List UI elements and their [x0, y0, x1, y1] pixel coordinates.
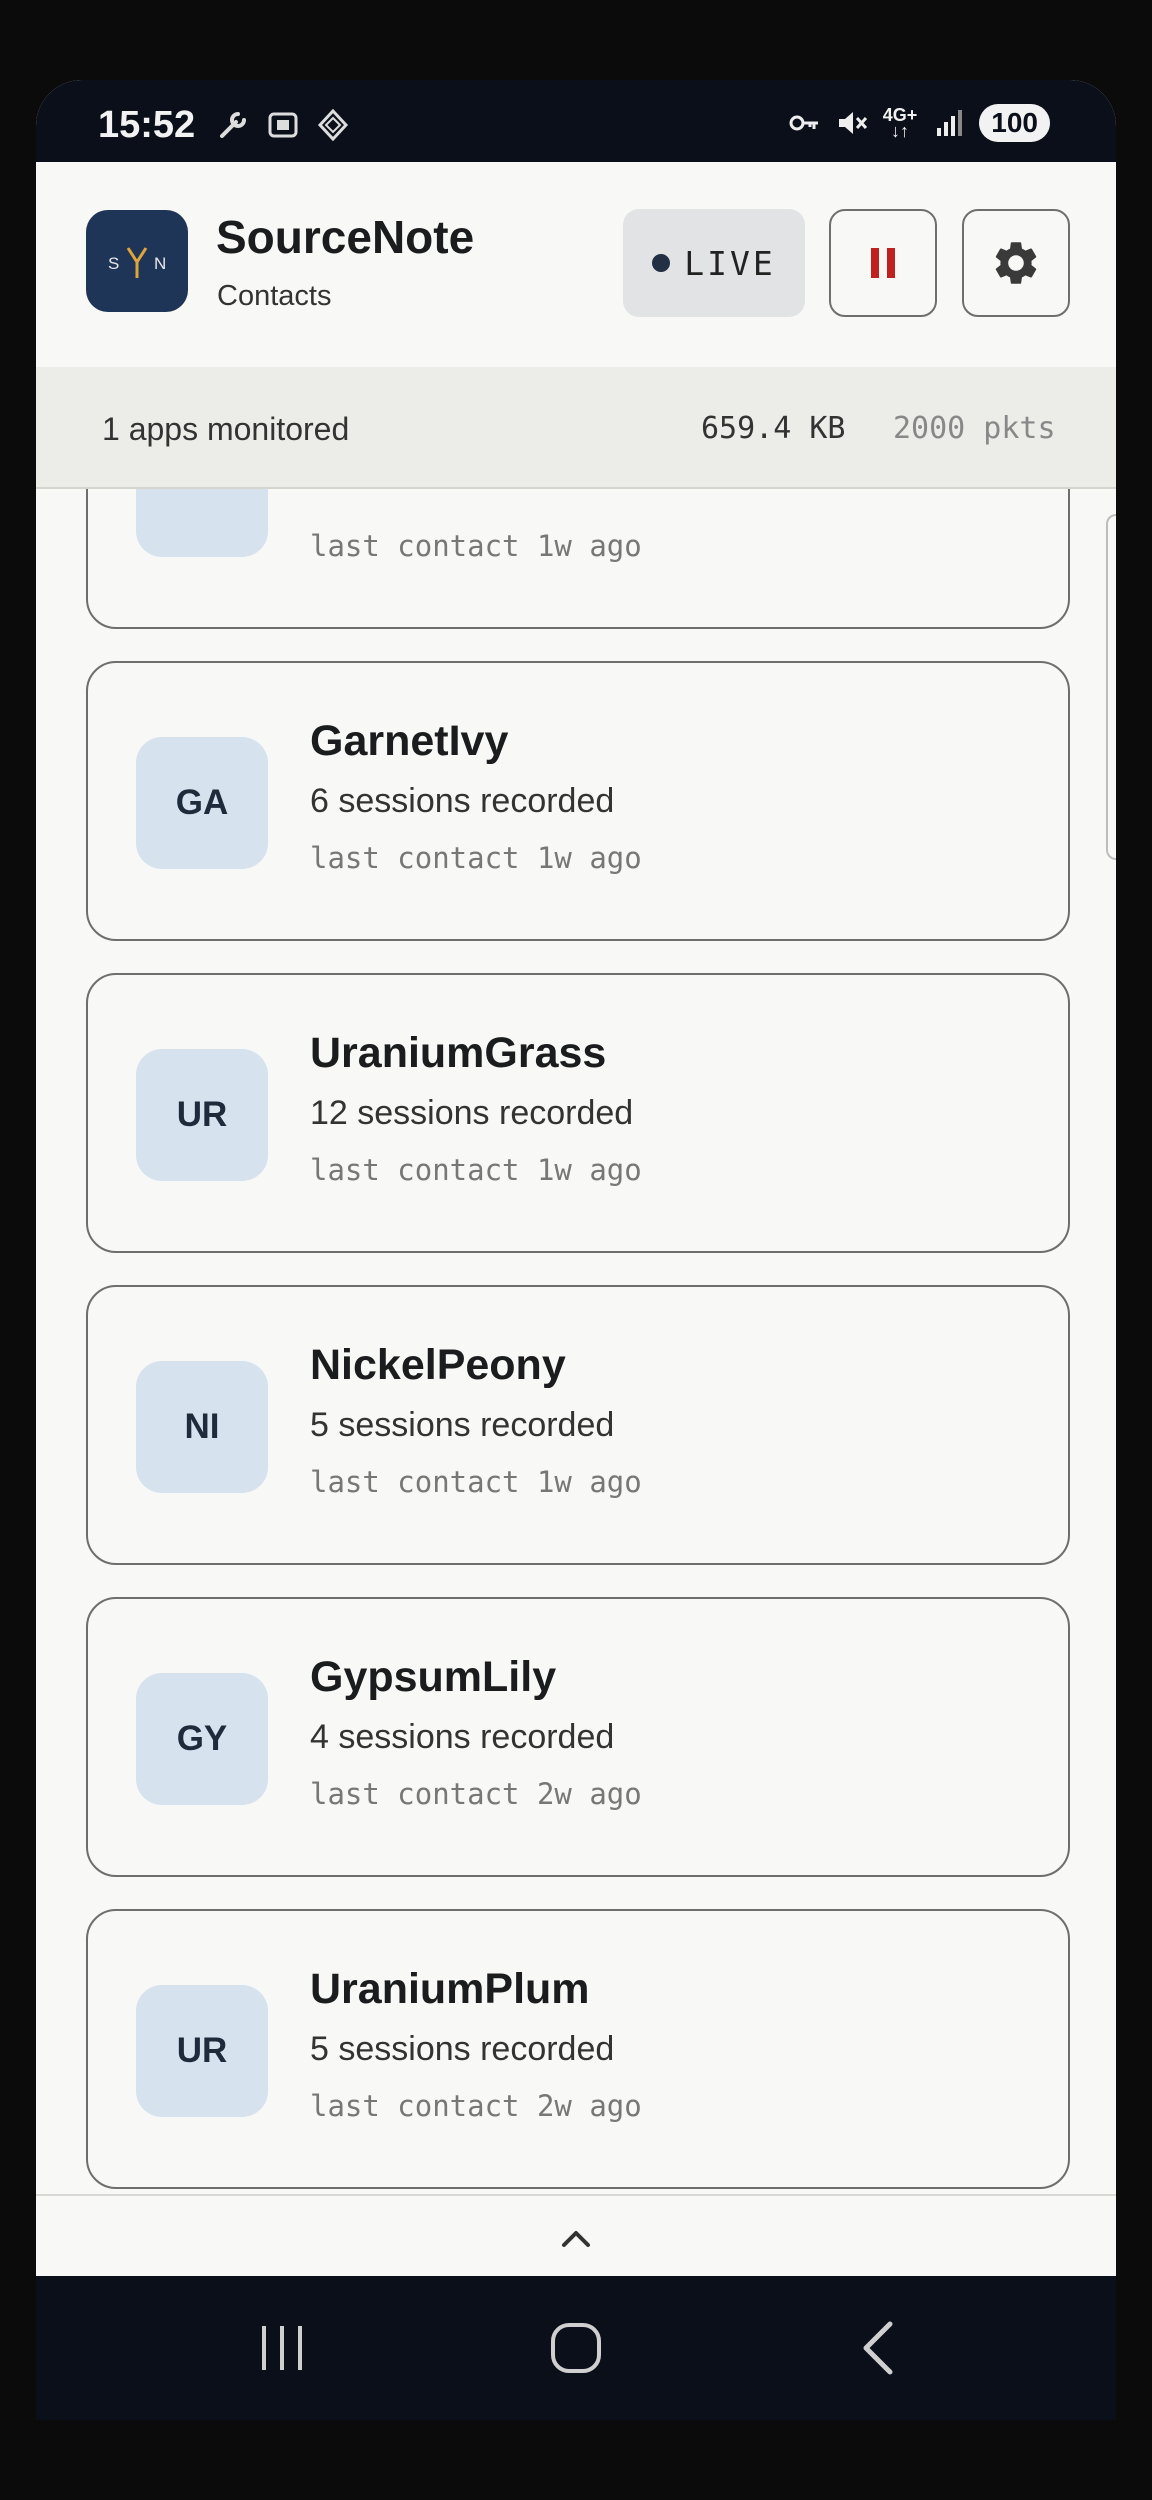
data-size-text: 659.4 KB [701, 411, 846, 446]
scroll-indicator[interactable] [1106, 514, 1116, 860]
svg-text:S: S [108, 254, 119, 273]
gear-icon [995, 242, 1037, 284]
contact-name: UraniumPlum [310, 1965, 590, 2013]
contact-card[interactable]: last contact 1w ago [86, 489, 1070, 629]
battery-icon: 100 [979, 104, 1050, 142]
contact-last-seen: last contact 2w ago [310, 2089, 642, 2123]
app-logo: S N [86, 210, 188, 312]
live-button[interactable]: LIVE [623, 209, 805, 317]
contact-last-seen: last contact 1w ago [310, 1153, 642, 1187]
contact-last-seen: last contact 2w ago [310, 1777, 642, 1811]
contact-sessions: 5 sessions recorded [310, 2030, 615, 2068]
status-bar: 15:52 4G+ ↓↑ 100 [36, 80, 1116, 162]
back-icon[interactable] [848, 2316, 912, 2380]
mute-icon [838, 112, 867, 134]
chevron-up-icon[interactable] [556, 2225, 596, 2251]
contact-sessions: 5 sessions recorded [310, 1406, 615, 1444]
status-right-icons: 4G+ ↓↑ 100 [787, 104, 1050, 142]
contact-name: GarnetIvy [310, 717, 509, 765]
expand-panel-bar[interactable] [36, 2194, 1116, 2280]
settings-button[interactable] [962, 209, 1070, 317]
status-left-icons [216, 108, 350, 142]
contact-avatar [136, 489, 268, 557]
contact-card[interactable]: GA GarnetIvy 6 sessions recorded last co… [86, 661, 1070, 941]
monitor-summary-bar: 1 apps monitored 659.4 KB 2000 pkts [36, 367, 1116, 489]
phone-frame: 15:52 4G+ ↓↑ 100 S N SourceNote Contacts… [0, 0, 1152, 2500]
live-label: LIVE [684, 243, 776, 283]
contact-avatar: UR [136, 1049, 268, 1181]
contact-name: NickelPeony [310, 1341, 566, 1389]
logo-mark-icon: S N [108, 247, 166, 278]
contact-sessions: 6 sessions recorded [310, 782, 615, 820]
contact-avatar: UR [136, 1985, 268, 2117]
svg-text:N: N [154, 254, 166, 273]
apps-monitored-text: 1 apps monitored [102, 411, 350, 447]
contact-name: UraniumGrass [310, 1029, 607, 1077]
contact-sessions: 12 sessions recorded [310, 1094, 634, 1132]
status-time: 15:52 [98, 104, 196, 146]
contact-avatar: GY [136, 1673, 268, 1805]
contact-last-seen: last contact 1w ago [310, 529, 642, 563]
contact-avatar: GA [136, 737, 268, 869]
contact-avatar: NI [136, 1361, 268, 1493]
system-nav-bar [36, 2276, 1116, 2420]
pause-button[interactable] [829, 209, 937, 317]
contact-card[interactable]: UR UraniumPlum 5 sessions recorded last … [86, 1909, 1070, 2189]
contact-last-seen: last contact 1w ago [310, 1465, 642, 1499]
app-screen: 15:52 4G+ ↓↑ 100 S N SourceNote Contacts… [36, 80, 1116, 2420]
app-title: SourceNote [216, 211, 475, 263]
contact-card[interactable]: GY GypsumLily 4 sessions recorded last c… [86, 1597, 1070, 1877]
screenshot-icon [268, 112, 298, 138]
vpn-key-icon [789, 115, 818, 131]
network-label: 4G+ ↓↑ [882, 105, 918, 141]
wrench-icon [220, 112, 246, 138]
home-icon[interactable] [544, 2316, 608, 2380]
contact-name: GypsumLily [310, 1653, 557, 1701]
page-subtitle: Contacts [217, 280, 332, 312]
contact-list[interactable]: last contact 1w ago GA GarnetIvy 6 sessi… [36, 489, 1116, 2194]
app-header: S N SourceNote Contacts LIVE [36, 162, 1116, 367]
signal-icon [937, 110, 963, 136]
pause-icon [871, 248, 895, 278]
packet-count-text: 2000 pkts [893, 411, 1056, 446]
contact-sessions: 4 sessions recorded [310, 1718, 615, 1756]
contact-card[interactable]: NI NickelPeony 5 sessions recorded last … [86, 1285, 1070, 1565]
contact-last-seen: last contact 1w ago [310, 841, 642, 875]
recents-icon[interactable] [250, 2316, 314, 2380]
shield-icon [317, 108, 349, 142]
contact-card[interactable]: UR UraniumGrass 12 sessions recorded las… [86, 973, 1070, 1253]
live-dot-icon [652, 254, 671, 272]
